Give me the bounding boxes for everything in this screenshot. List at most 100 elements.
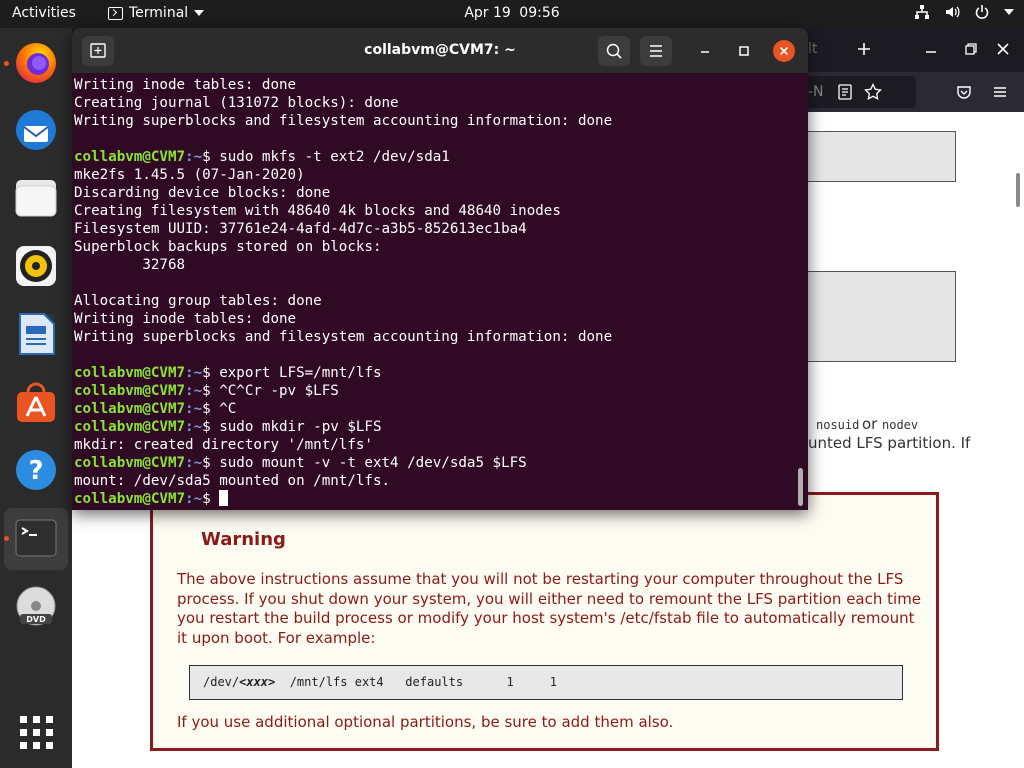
app-grid-icon[interactable] — [12, 708, 60, 756]
terminal-line: Creating filesystem with 48640 4k blocks… — [74, 202, 794, 220]
prompt-symbol: $ — [202, 401, 211, 417]
terminal-line: mke2fs 1.45.5 (07-Jan-2020) — [74, 166, 794, 184]
system-tray[interactable] — [914, 4, 1014, 20]
warning-title: Warning — [201, 529, 286, 550]
prompt-path: :~ — [185, 419, 203, 435]
clock-time: 09:56 — [519, 5, 560, 21]
help-icon[interactable]: ? — [12, 446, 60, 494]
hamburger-menu-icon[interactable] — [992, 84, 1008, 100]
content-text-fragment: nosuid — [816, 418, 860, 432]
prompt-path: :~ — [185, 383, 203, 399]
code-rest: /mnt/lfs ext4 defaults 1 1 — [275, 675, 558, 689]
prompt-symbol: $ — [202, 149, 211, 165]
prompt-path: :~ — [185, 455, 203, 471]
reader-view-icon[interactable] — [838, 84, 852, 100]
terminal-line: mount: /dev/sda5 mounted on /mnt/lfs. — [74, 472, 794, 490]
prompt-user: collabvm@CVM7 — [74, 419, 186, 435]
terminal-line: mkdir: created directory '/mnt/lfs' — [74, 436, 794, 454]
command-text: ^C — [210, 401, 237, 417]
bookmark-star-icon[interactable] — [864, 83, 882, 101]
new-tab-icon[interactable] — [856, 41, 872, 57]
output-text: Writing inode tables: done — [74, 311, 297, 327]
pocket-icon[interactable] — [956, 84, 972, 100]
terminal-window[interactable]: collabvm@CVM7: ~ Writing inode tables: d… — [72, 28, 808, 510]
close-icon[interactable] — [773, 40, 795, 62]
command-text: sudo mkfs -t ext2 /dev/sda1 — [210, 149, 450, 165]
prompt-path: :~ — [185, 401, 203, 417]
rhythmbox-icon[interactable] — [12, 242, 60, 290]
menu-button[interactable] — [640, 36, 672, 66]
chevron-down-icon — [1004, 9, 1014, 15]
thunderbird-icon[interactable] — [12, 106, 60, 154]
dock: ? DVD — [0, 28, 72, 768]
prompt-symbol: $ — [202, 419, 211, 435]
warning-footer: If you use additional optional partition… — [177, 713, 674, 731]
close-icon[interactable] — [996, 42, 1010, 56]
output-text: Filesystem UUID: 37761e24-4afd-4d7c-a3b5… — [74, 221, 527, 237]
prompt-path: :~ — [185, 365, 203, 381]
output-text: Superblock backups stored on blocks: — [74, 239, 382, 255]
prompt-user: collabvm@CVM7 — [74, 455, 186, 471]
terminal-header-bar[interactable]: collabvm@CVM7: ~ — [72, 28, 808, 73]
svg-text:DVD: DVD — [26, 615, 46, 624]
running-indicator — [4, 536, 9, 541]
text-cursor — [219, 490, 229, 506]
terminal-line: Writing inode tables: done — [74, 310, 794, 328]
search-button[interactable] — [598, 36, 630, 66]
terminal-scrollbar[interactable] — [798, 468, 803, 506]
output-text: Discarding device blocks: done — [74, 185, 331, 201]
terminal-output[interactable]: Writing inode tables: done Creating journ… — [74, 76, 794, 508]
warning-body: The above instructions assume that you w… — [177, 570, 922, 647]
dvd-icon[interactable]: DVD — [12, 584, 60, 632]
prompt-user: collabvm@CVM7 — [74, 491, 186, 507]
output-text: mke2fs 1.45.5 (07-Jan-2020) — [74, 167, 305, 183]
terminal-line: Creating journal (131072 blocks): done — [74, 94, 794, 112]
prompt-path: :~ — [185, 491, 203, 507]
browser-tab-fragment[interactable]: lt — [808, 41, 817, 57]
output-text: Writing superblocks and filesystem accou… — [74, 113, 613, 129]
terminal-icon[interactable] — [12, 514, 60, 562]
terminal-line: collabvm@CVM7:~$ sudo mkdir -pv $LFS — [74, 418, 794, 436]
restore-icon[interactable] — [964, 42, 978, 56]
minimize-icon[interactable] — [924, 42, 938, 56]
url-bar[interactable]: -N — [808, 76, 916, 108]
software-icon[interactable] — [12, 378, 60, 426]
prompt-user: collabvm@CVM7 — [74, 383, 186, 399]
output-text: Creating journal (131072 blocks): done — [74, 95, 399, 111]
terminal-line: collabvm@CVM7:~$ ^C — [74, 400, 794, 418]
terminal-line: collabvm@CVM7:~$ sudo mount -v -t ext4 /… — [74, 454, 794, 472]
writer-icon[interactable] — [12, 310, 60, 358]
url-fragment: -N — [808, 84, 824, 100]
content-code-block — [806, 131, 956, 182]
output-text: Creating filesystem with 48640 4k blocks… — [74, 203, 561, 219]
prompt-symbol: $ — [202, 365, 211, 381]
output-text: Allocating group tables: done — [74, 293, 322, 309]
files-icon[interactable] — [12, 174, 60, 222]
terminal-line: Writing superblocks and filesystem accou… — [74, 112, 794, 130]
output-text: 32768 — [74, 257, 186, 273]
page-scrollbar[interactable] — [1016, 173, 1020, 207]
code-var: <xxx> — [239, 675, 276, 689]
maximize-icon[interactable] — [733, 40, 755, 62]
output-text: Writing inode tables: done — [74, 77, 297, 93]
network-icon — [915, 5, 929, 19]
prompt-symbol: $ — [202, 455, 211, 471]
hamburger-menu-icon — [650, 45, 662, 57]
prompt-symbol: $ — [202, 491, 211, 507]
terminal-line: Writing inode tables: done — [74, 76, 794, 94]
command-text: sudo mount -v -t ext4 /dev/sda5 $LFS — [210, 455, 527, 471]
terminal-line: Filesystem UUID: 37761e24-4afd-4d7c-a3b5… — [74, 220, 794, 238]
top-bar: Activities Terminal Apr 19 09:56 — [0, 0, 1024, 28]
output-text: mount: /dev/sda5 mounted on /mnt/lfs. — [74, 473, 391, 489]
clock[interactable]: Apr 19 09:56 — [0, 5, 1024, 21]
terminal-line: Superblock backups stored on blocks: — [74, 238, 794, 256]
fstab-example-code: /dev/<xxx> /mnt/lfs ext4 defaults 1 1 — [189, 665, 903, 700]
minimize-icon[interactable] — [694, 40, 716, 62]
firefox-icon[interactable] — [12, 38, 60, 86]
running-indicator — [4, 61, 9, 66]
terminal-line: collabvm@CVM7:~$ ^C^Cr -pv $LFS — [74, 382, 794, 400]
clock-date: Apr 19 — [464, 5, 511, 21]
output-text: Writing superblocks and filesystem accou… — [74, 329, 613, 345]
